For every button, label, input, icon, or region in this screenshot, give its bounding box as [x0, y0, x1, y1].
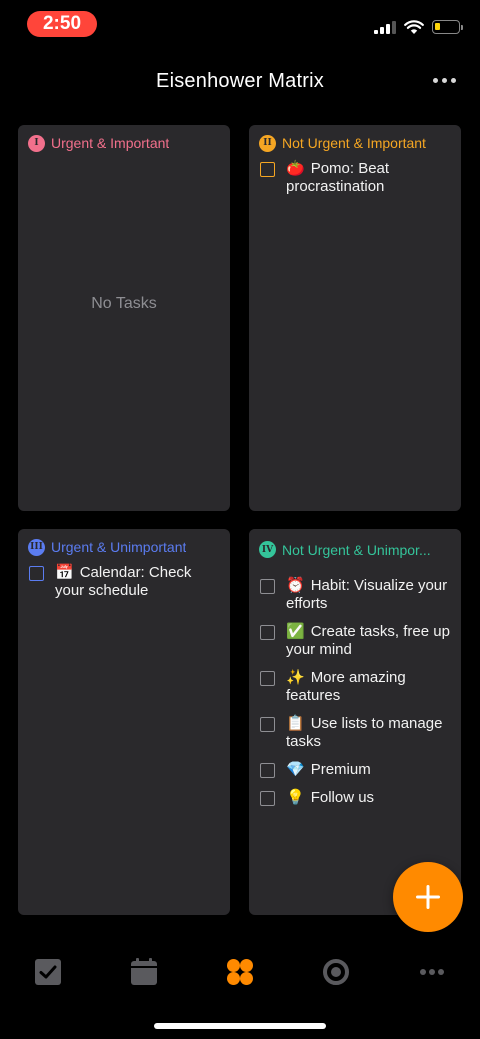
- wifi-icon: [404, 19, 424, 34]
- quadrant-urgent-unimportant[interactable]: III Urgent & Unimportant 📅 Calendar: Chec…: [18, 529, 230, 915]
- task-emoji: ⏰: [286, 577, 305, 594]
- quadrant-title: Not Urgent & Important: [282, 135, 426, 151]
- task-title: 💎 Premium: [286, 761, 371, 778]
- empty-state-text: No Tasks: [91, 295, 157, 312]
- status-icons: [374, 17, 463, 37]
- task-item[interactable]: 💡 Follow us: [260, 789, 453, 807]
- quadrant-header[interactable]: II Not Urgent & Important: [259, 134, 451, 152]
- task-checkbox[interactable]: [260, 162, 275, 177]
- tab-calendar[interactable]: [129, 957, 159, 987]
- tab-tasks[interactable]: [33, 957, 63, 987]
- task-emoji: 📋: [286, 715, 305, 732]
- dot-icon: [442, 78, 447, 83]
- checkbox-icon: [35, 959, 61, 985]
- task-title: ✨ More amazing features: [286, 669, 406, 704]
- quadrant-not-urgent-unimportant[interactable]: Prioritize tasks IV Not Urgent & Unimpor…: [249, 529, 461, 915]
- task-checkbox[interactable]: [260, 579, 275, 594]
- plus-icon: [416, 885, 440, 909]
- header: Eisenhower Matrix: [0, 60, 480, 104]
- quadrant-header[interactable]: I Urgent & Important: [28, 134, 220, 152]
- battery-icon: [432, 20, 463, 34]
- calendar-icon: [131, 958, 157, 985]
- task-item[interactable]: ⏰ Habit: Visualize your efforts: [260, 577, 453, 613]
- matrix-icon: [227, 959, 253, 985]
- dot-icon: [451, 78, 456, 83]
- task-emoji: 💡: [286, 789, 305, 806]
- quadrant-badge-icon: I: [28, 134, 45, 152]
- task-title: 📋 Use lists to manage tasks: [286, 715, 443, 750]
- task-list: ⏰ Habit: Visualize your efforts ✅ Create t…: [260, 577, 453, 817]
- quadrant-urgent-important[interactable]: I Urgent & Important No Tasks: [18, 125, 230, 511]
- task-emoji: 🍅: [286, 160, 305, 177]
- task-item[interactable]: 🍅 Pomo: Beat procrastination: [260, 160, 453, 196]
- tab-matrix[interactable]: [225, 957, 255, 987]
- pomo-icon: [323, 959, 349, 985]
- task-checkbox[interactable]: [260, 763, 275, 778]
- dot-icon: [433, 78, 438, 83]
- cellular-signal-icon: [374, 20, 396, 34]
- task-checkbox[interactable]: [29, 566, 44, 581]
- task-title: ⏰ Habit: Visualize your efforts: [286, 577, 448, 612]
- task-item[interactable]: ✅ Create tasks, free up your mind: [260, 623, 453, 659]
- quadrant-badge-icon: IV: [259, 541, 276, 558]
- task-emoji: 💎: [286, 761, 305, 778]
- task-emoji: ✅: [286, 623, 305, 640]
- quadrant-title: Urgent & Important: [51, 135, 170, 151]
- quadrant-title: Not Urgent & Unimpor...: [282, 541, 431, 558]
- task-title: ✅ Create tasks, free up your mind: [286, 623, 450, 658]
- status-bar: 2:50: [0, 0, 480, 48]
- task-checkbox[interactable]: [260, 625, 275, 640]
- quadrant-badge-icon: II: [259, 134, 276, 152]
- task-title: 🍅 Pomo: Beat procrastination: [286, 160, 390, 195]
- tab-pomo[interactable]: [321, 957, 351, 987]
- tab-more[interactable]: [417, 957, 447, 987]
- quadrant-header[interactable]: IV Not Urgent & Unimpor...: [249, 529, 461, 561]
- task-item[interactable]: 📅 Calendar: Check your schedule: [29, 564, 222, 600]
- task-list: 📅 Calendar: Check your schedule: [29, 564, 222, 610]
- home-indicator: [154, 1023, 326, 1029]
- task-checkbox[interactable]: [260, 717, 275, 732]
- quadrant-title: Urgent & Unimportant: [51, 539, 187, 555]
- task-list: 🍅 Pomo: Beat procrastination: [260, 160, 453, 206]
- quadrant-badge-icon: III: [28, 538, 45, 556]
- task-checkbox[interactable]: [260, 791, 275, 806]
- status-time: 2:50: [27, 11, 97, 37]
- quadrant-not-urgent-important[interactable]: II Not Urgent & Important 🍅 Pomo: Beat pr…: [249, 125, 461, 511]
- task-emoji: ✨: [286, 669, 305, 686]
- quadrant-header[interactable]: III Urgent & Unimportant: [28, 538, 220, 556]
- page-title: Eisenhower Matrix: [156, 70, 324, 92]
- task-emoji: 📅: [55, 564, 74, 581]
- task-item[interactable]: ✨ More amazing features: [260, 669, 453, 705]
- more-options-button[interactable]: [433, 78, 456, 83]
- task-title: 📅 Calendar: Check your schedule: [55, 564, 192, 599]
- add-task-button[interactable]: [393, 862, 463, 932]
- task-item[interactable]: 💎 Premium: [260, 761, 453, 779]
- task-title: 💡 Follow us: [286, 789, 375, 806]
- more-icon: [420, 969, 444, 975]
- task-item[interactable]: 📋 Use lists to manage tasks: [260, 715, 453, 751]
- tab-bar: [0, 945, 480, 997]
- task-checkbox[interactable]: [260, 671, 275, 686]
